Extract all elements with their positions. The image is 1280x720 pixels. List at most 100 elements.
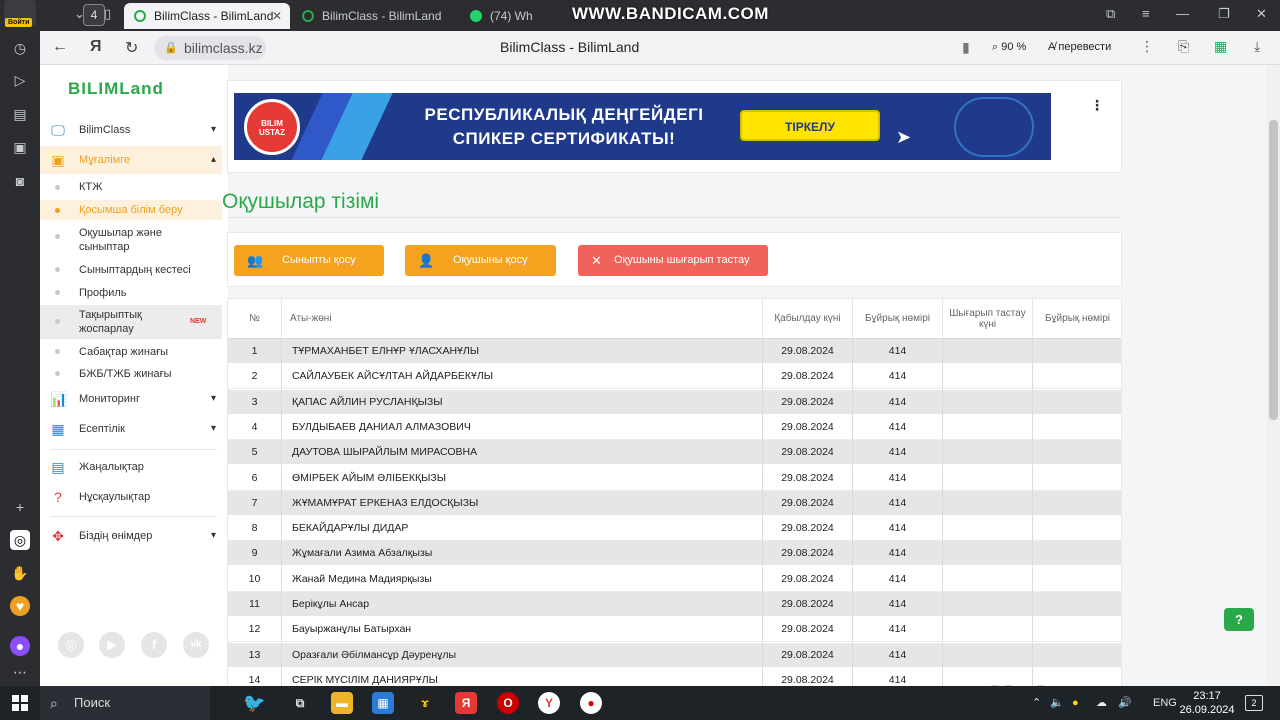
- opera-icon[interactable]: O: [497, 692, 519, 714]
- tab-whatsapp[interactable]: (74) Wh: [460, 3, 570, 29]
- sidebar-item-monitoring[interactable]: 📊 Мониторинг ▾: [40, 385, 222, 413]
- login-button[interactable]: Войти: [5, 18, 33, 27]
- submenu-item-assessments[interactable]: БЖБ/ТЖБ жинағы: [40, 365, 222, 383]
- submenu-item-schedule[interactable]: Сыныптардың кестесі: [40, 261, 222, 279]
- add-class-button[interactable]: 👥 Сыныпты қосу: [234, 245, 384, 276]
- history-icon[interactable]: ◷: [10, 38, 30, 58]
- table-row[interactable]: 12 Бауыржанұлы Батырхан 29.08.2024 414: [228, 617, 1121, 643]
- facebook-icon[interactable]: f: [141, 632, 167, 658]
- speaker-icon[interactable]: 🔊: [1118, 686, 1132, 720]
- vk-icon[interactable]: vk: [183, 632, 209, 658]
- tab-bilimclass-active[interactable]: BilimClass - BilimLand ✕: [124, 3, 290, 29]
- app-icon[interactable]: ✋: [10, 563, 30, 583]
- clock[interactable]: 23:17 26.09.2024: [1176, 689, 1238, 717]
- submenu-item-ktzh[interactable]: КТЖ: [40, 178, 222, 196]
- reload-icon[interactable]: ↻: [125, 38, 138, 58]
- tray-app-icon[interactable]: ●: [1072, 686, 1079, 720]
- cell-number: 13: [228, 642, 282, 668]
- reader-icon[interactable]: ⎘: [1178, 38, 1189, 55]
- table-row[interactable]: 7 ЖҰМАМҰРАТ ЕРКЕНАЗ ЕЛДОСҚЫЗЫ 29.08.2024 41…: [228, 490, 1121, 516]
- app-icon[interactable]: ɤ: [414, 692, 436, 714]
- page-icon[interactable]: ▯: [104, 6, 111, 22]
- table-row[interactable]: 11 Берікұлы Ансар 29.08.2024 414: [228, 592, 1121, 617]
- sidebar-item-news[interactable]: ▤ Жаңалықтар: [40, 453, 222, 481]
- yandex-app-icon[interactable]: Я: [455, 692, 477, 714]
- yandex-browser-icon[interactable]: Y: [538, 692, 560, 714]
- table-row[interactable]: 8 БЕКАЙДАРҰЛЫ ДИДАР 29.08.2024 414: [228, 516, 1121, 542]
- promo-banner[interactable]: BILIM USTAZ РЕСПУБЛИКАЛЫҚ ДЕҢГЕЙДЕГІ СПИ…: [234, 93, 1051, 160]
- close-tab-icon[interactable]: ✕: [272, 3, 282, 29]
- scrollbar[interactable]: [1267, 65, 1280, 686]
- table-row[interactable]: 4 БУЛДЫБАЕВ ДАНИАЛ АЛМАЗОВИЧ 29.08.2024 414: [228, 414, 1121, 440]
- dzen-icon[interactable]: ♥: [10, 596, 30, 616]
- close-window-icon[interactable]: ✕: [1256, 6, 1267, 22]
- yandex-icon[interactable]: Я: [90, 38, 102, 56]
- submenu-item-additional-education[interactable]: Қосымша білім беру: [40, 200, 222, 220]
- task-view-icon[interactable]: ⧉: [289, 692, 311, 714]
- extension-icon[interactable]: ⧉: [1106, 6, 1115, 22]
- help-chat-icon[interactable]: ?: [1224, 608, 1254, 631]
- screenshot-icon[interactable]: ◙: [10, 171, 30, 191]
- submenu-item-lessons[interactable]: Сабақтар жинағы: [40, 343, 222, 361]
- play-icon[interactable]: ▷: [10, 70, 30, 90]
- sidebar-item-label: Нұсқаулықтар: [79, 491, 151, 503]
- more-icon[interactable]: ⋯: [10, 662, 30, 682]
- back-icon[interactable]: ←: [52, 38, 68, 56]
- sidebar-item-bilimclass[interactable]: 🖵 BilimClass ▾: [40, 116, 222, 144]
- file-explorer-icon[interactable]: ▬: [331, 692, 353, 714]
- more-vertical-icon[interactable]: ⋮: [1140, 38, 1154, 55]
- menu-icon[interactable]: ≡: [1142, 6, 1150, 21]
- bilimland-logo[interactable]: BILIMLand: [68, 79, 164, 99]
- tray-up-icon[interactable]: ⌃: [1032, 686, 1041, 720]
- youtube-icon[interactable]: ▶: [99, 632, 125, 658]
- sidebar-item-products[interactable]: ✥ Біздің өнімдер ▾: [40, 522, 222, 550]
- bookmark-icon[interactable]: ▮: [962, 39, 970, 56]
- table-row[interactable]: 3 ҚАПАС АЙЛИН РУСЛАНҚЫЗЫ 29.08.2024 414: [228, 389, 1121, 415]
- submenu-item-thematic-planning[interactable]: Тақырыптық жоспарлау NEW: [40, 305, 222, 339]
- volume-icon[interactable]: 🔈: [1050, 686, 1064, 720]
- tab-list-chevron-icon[interactable]: ⌄: [74, 6, 85, 22]
- url-field[interactable]: 🔒 bilimclass.kz: [154, 36, 266, 60]
- bird-widget-icon[interactable]: 🐦: [243, 692, 265, 714]
- submenu-item-students-classes[interactable]: Оқушылар және сыныптар: [40, 224, 222, 256]
- language-indicator[interactable]: ENG: [1153, 686, 1177, 720]
- sidebar-item-guides[interactable]: ? Нұсқаулықтар: [40, 483, 222, 511]
- bandicam-record-icon[interactable]: ●: [580, 692, 602, 714]
- download-icon[interactable]: ⤓: [1254, 38, 1260, 55]
- table-row[interactable]: 9 Жұмағали Азима Абзалқызы 29.08.2024 414: [228, 541, 1121, 567]
- add-student-button[interactable]: 👤 Оқушыны қосу: [405, 245, 556, 276]
- sidebar-item-teacher[interactable]: ▣ Мұғалімге ▴: [40, 146, 222, 174]
- notifications-icon[interactable]: 2: [1245, 695, 1263, 711]
- table-row[interactable]: 5 ДАУТОВА ШЫРАЙЛЫМ МИРАСОВНА 29.08.2024 414: [228, 440, 1121, 466]
- instagram-icon[interactable]: ◎: [58, 632, 84, 658]
- tabs-count-icon[interactable]: ▣: [10, 137, 30, 157]
- scrollbar-thumb[interactable]: [1269, 120, 1278, 420]
- remove-student-button[interactable]: ✕ Оқушыны шығарып тастау: [578, 245, 768, 276]
- translate-button[interactable]: A̸ перевести: [1048, 35, 1148, 59]
- collections-icon[interactable]: ▤: [10, 104, 30, 124]
- add-icon[interactable]: +: [10, 497, 30, 517]
- table-row[interactable]: 6 ӨМІРБЕК АЙЫМ ӘЛІБЕКҚЫЗЫ 29.08.2024 414: [228, 465, 1121, 491]
- submenu-item-label: БЖБ/ТЖБ жинағы: [79, 368, 172, 380]
- table-row[interactable]: 1 ТҰРМАХАНБЕТ ЕЛНҰР ҰЛАСХАНҰЛЫ 29.08.2024 4…: [228, 339, 1121, 364]
- cell-expulsion-date: [943, 465, 1033, 491]
- sidebar-item-reports[interactable]: ▦ Есептілік ▾: [40, 415, 222, 443]
- tab-count-badge[interactable]: 4: [83, 4, 105, 26]
- table-row[interactable]: 10 Жанай Медина Мадиярқызы 29.08.2024 414: [228, 566, 1121, 592]
- extension-badge-icon[interactable]: ▦: [1214, 38, 1227, 55]
- zoom-indicator[interactable]: ⌕ 90 %: [992, 35, 1040, 59]
- table-row[interactable]: 2 САЙЛАУБЕК АЙСҰЛТАН АЙДАРБЕКҰЛЫ 29.08.202…: [228, 364, 1121, 390]
- store-icon[interactable]: ▦: [372, 692, 394, 714]
- submenu-item-profile[interactable]: Профиль: [40, 284, 222, 302]
- taskbar-search[interactable]: ⌕ Поиск: [40, 686, 210, 720]
- windows-start-icon[interactable]: [12, 695, 28, 711]
- alice-icon[interactable]: ●: [10, 636, 30, 656]
- minimize-icon[interactable]: —: [1176, 6, 1189, 21]
- network-icon[interactable]: ☁: [1096, 686, 1107, 720]
- instagram-icon[interactable]: ◎: [10, 530, 30, 550]
- more-options-icon[interactable]: ⋮: [1090, 97, 1104, 114]
- table-row[interactable]: 13 Оразғали Әбілмансұр Дәуренұлы 29.08.202…: [228, 642, 1121, 668]
- tab-bilimclass[interactable]: BilimClass - BilimLand: [292, 3, 458, 29]
- register-button[interactable]: ТІРКЕЛУ: [740, 110, 880, 141]
- restore-icon[interactable]: ❐: [1218, 6, 1230, 22]
